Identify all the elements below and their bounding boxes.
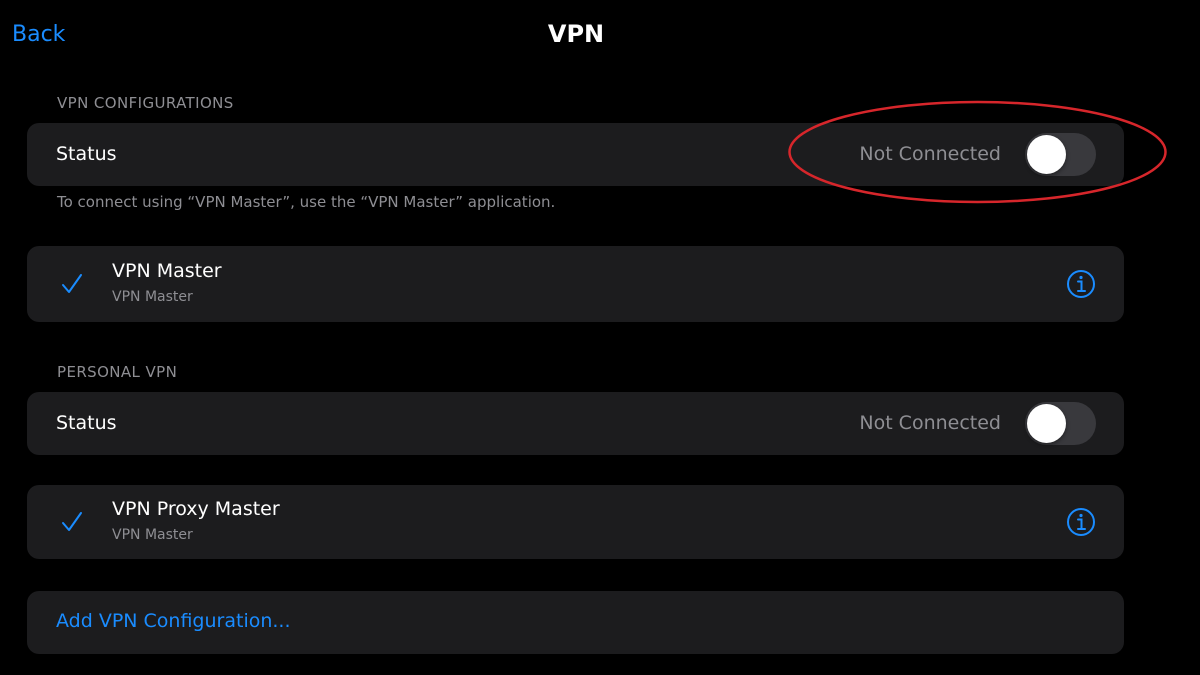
status-value: Not Connected xyxy=(859,143,1001,165)
status-value: Not Connected xyxy=(859,412,1001,434)
configuration-name: VPN Proxy Master xyxy=(112,498,280,520)
personal-vpn-status-row: Status Not Connected xyxy=(27,392,1124,455)
configuration-name: VPN Master xyxy=(112,260,222,282)
status-label: Status xyxy=(56,412,117,434)
personal-vpn-toggle[interactable] xyxy=(1025,402,1096,445)
checkmark-icon xyxy=(62,512,82,531)
vpn-configuration-item-vpn-master[interactable]: VPN Master VPN Master xyxy=(27,246,1124,322)
info-icon[interactable] xyxy=(1066,269,1096,299)
section-header-vpn-configurations: VPN CONFIGURATIONS xyxy=(57,94,234,112)
toggle-knob xyxy=(1027,404,1066,443)
add-vpn-configuration-row[interactable]: Add VPN Configuration... xyxy=(27,591,1124,654)
vpn-configurations-footer-note: To connect using “VPN Master”, use the “… xyxy=(57,193,556,211)
vpn-configuration-item-vpn-proxy-master[interactable]: VPN Proxy Master VPN Master xyxy=(27,485,1124,559)
section-header-personal-vpn: PERSONAL VPN xyxy=(57,363,178,381)
configuration-subtitle: VPN Master xyxy=(112,527,193,543)
configuration-subtitle: VPN Master xyxy=(112,289,193,305)
add-vpn-configuration-button[interactable]: Add VPN Configuration... xyxy=(56,610,291,632)
page-title: VPN xyxy=(547,20,605,48)
status-label: Status xyxy=(56,143,117,165)
toggle-knob xyxy=(1027,135,1066,174)
vpn-settings-screen: Back VPN VPN CONFIGURATIONS Status Not C… xyxy=(0,0,1200,675)
checkmark-icon xyxy=(62,274,82,293)
vpn-configurations-status-row: Status Not Connected xyxy=(27,123,1124,186)
info-icon[interactable] xyxy=(1066,507,1096,537)
vpn-configurations-toggle[interactable] xyxy=(1025,133,1096,176)
